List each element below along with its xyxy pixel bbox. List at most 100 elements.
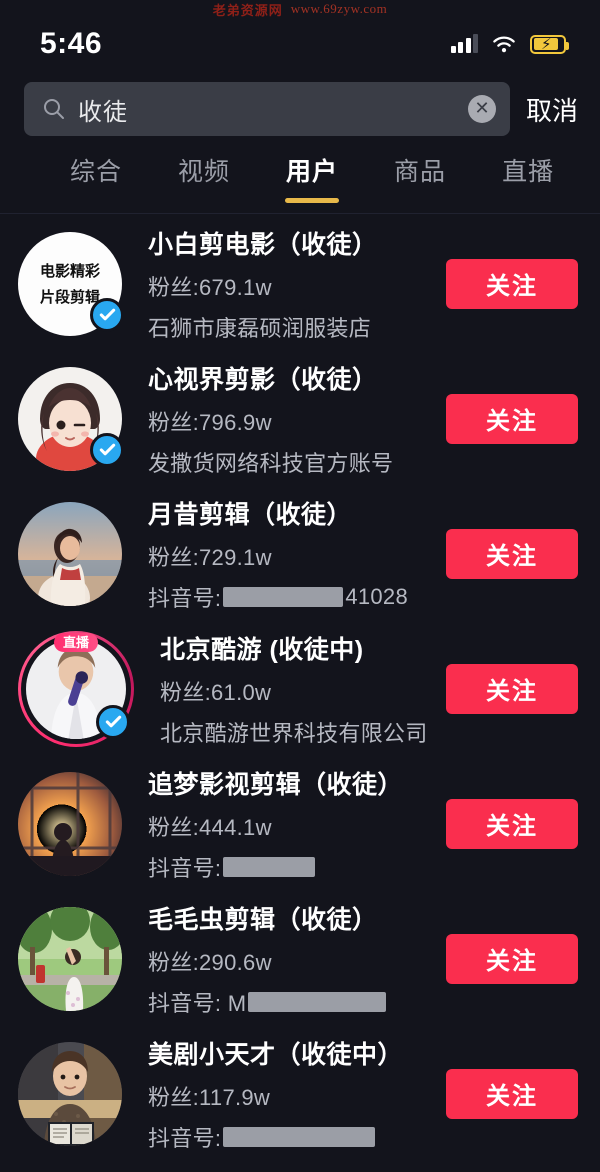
live-badge: 直播 (53, 632, 99, 652)
user-info: 月昔剪辑（收徒） 粉丝:729.1w 抖音号: 41028 (122, 495, 446, 613)
user-description: 石狮市康磊硕润服装店 (148, 315, 372, 341)
tab-2[interactable]: 视频 (150, 148, 258, 210)
avatar[interactable]: 直播 (18, 630, 134, 747)
user-result-list[interactable]: 电影精彩 片段剪辑 小白剪电影（收徒） 粉丝:679.1w 石狮市康磊硕润服装店 关注 心视… (0, 216, 600, 1172)
avatar-image (18, 906, 122, 1011)
tab-label: 商品 (394, 158, 447, 186)
site-watermark: 老弟资源网 www.69zyw.com (0, 0, 600, 19)
user-description-prefix: 抖音号: (148, 585, 222, 611)
user-result-row[interactable]: 追梦影视剪辑（收徒） 粉丝:444.1w 抖音号: 关注 (0, 756, 600, 891)
signal-bars-icon (450, 34, 478, 53)
verified-badge-icon (90, 297, 124, 332)
avatar-image (18, 1041, 122, 1146)
avatar[interactable] (18, 906, 122, 1011)
follow-button[interactable]: 关注 (446, 258, 578, 309)
avatar[interactable]: 电影精彩 片段剪辑 (18, 231, 124, 336)
user-info: 北京酷游 (收徒中) 粉丝:61.0w 北京酷游世界科技有限公司 (134, 630, 446, 748)
user-result-row[interactable]: 心视界剪影（收徒） 粉丝:796.9w 发撒货网络科技官方账号 关注 (0, 351, 600, 486)
svg-text:片段剪辑: 片段剪辑 (40, 288, 100, 306)
search-category-tabs: 综合 视频 用户 商品 直播音 (0, 148, 600, 210)
user-result-row[interactable]: 直播 北京酷游 (收徒中) 粉丝:61.0w 北京酷游世界科技有限公司 关注 (0, 621, 600, 756)
user-description: 抖音号: (148, 851, 446, 883)
user-name: 北京酷游 (收徒中) (160, 635, 364, 664)
tab-label: 用户 (286, 158, 339, 186)
user-name: 小白剪电影（收徒） (148, 230, 378, 259)
svg-text:电影精彩: 电影精彩 (40, 262, 100, 280)
search-query-text: 收徒 (78, 98, 128, 126)
follow-button-label: 关注 (486, 678, 538, 705)
user-info: 追梦影视剪辑（收徒） 粉丝:444.1w 抖音号: (122, 765, 446, 883)
avatar[interactable] (18, 501, 122, 606)
cancel-button[interactable]: 取消 (520, 91, 586, 128)
avatar-image (18, 771, 122, 876)
user-name: 心视界剪影（收徒） (148, 365, 378, 394)
redacted-block (223, 586, 344, 607)
user-description: 抖音号: 41028 (148, 581, 446, 613)
follow-button-label: 关注 (486, 543, 538, 570)
follow-button-label: 关注 (486, 813, 538, 840)
tab-6[interactable]: 音 (582, 148, 600, 210)
avatar[interactable] (18, 771, 122, 876)
verified-badge-icon (90, 432, 124, 467)
user-name: 追梦影视剪辑（收徒） (148, 770, 404, 799)
user-description-prefix: 抖音号: M (148, 990, 247, 1016)
redacted-block (223, 856, 316, 877)
user-info: 美剧小天才（收徒中） 粉丝:117.9w 抖音号: (122, 1035, 446, 1153)
follow-button[interactable]: 关注 (446, 798, 578, 849)
follow-button[interactable]: 关注 (446, 1068, 578, 1119)
tab-active-underline (285, 198, 340, 203)
clear-icon[interactable]: ✕ (467, 95, 496, 123)
follow-button[interactable]: 关注 (446, 528, 578, 579)
tab-1[interactable]: 综合 (42, 148, 150, 210)
user-description-suffix: 41028 (345, 583, 408, 609)
user-fan-count: 粉丝:290.6w (148, 949, 272, 975)
status-bar-indicators: ⚡ (450, 34, 569, 54)
follow-button-label: 关注 (486, 408, 538, 435)
user-result-row[interactable]: 月昔剪辑（收徒） 粉丝:729.1w 抖音号: 41028 关注 (0, 486, 600, 621)
user-fan-count: 粉丝:117.9w (148, 1084, 271, 1110)
user-fan-count: 粉丝:729.1w (148, 544, 272, 570)
user-result-row[interactable]: 美剧小天才（收徒中） 粉丝:117.9w 抖音号: 关注 (0, 1026, 600, 1161)
user-description: 发撒货网络科技官方账号 (148, 450, 394, 476)
watermark-url-text: www.69zyw.com (290, 1, 388, 16)
tab-label: 综合 (70, 158, 123, 186)
redacted-block (248, 991, 387, 1012)
tab-4[interactable]: 商品 (366, 148, 474, 210)
user-description-prefix: 抖音号: (148, 1125, 222, 1151)
tab-3[interactable]: 用户 (258, 148, 366, 210)
user-fan-count: 粉丝:796.9w (148, 409, 272, 435)
status-bar-clock: 5:46 (40, 27, 103, 60)
user-result-row[interactable]: 电影精彩 片段剪辑 小白剪电影（收徒） 粉丝:679.1w 石狮市康磊硕润服装店 关注 (0, 216, 600, 351)
tab-label: 直播 (502, 158, 555, 186)
search-input[interactable]: 收徒 ✕ (24, 82, 510, 136)
user-description: 抖音号: (148, 1121, 446, 1153)
user-fan-count: 粉丝:444.1w (148, 814, 272, 840)
user-name: 月昔剪辑（收徒） (148, 500, 353, 529)
follow-button[interactable]: 关注 (446, 663, 578, 714)
redacted-block (223, 1126, 376, 1147)
follow-button-label: 关注 (486, 1083, 538, 1110)
user-info: 心视界剪影（收徒） 粉丝:796.9w 发撒货网络科技官方账号 (122, 360, 446, 478)
user-result-row[interactable]: 毛毛虫剪辑（收徒） 粉丝:290.6w 抖音号: M 关注 (0, 891, 600, 1026)
search-results-screen: 老弟资源网 www.69zyw.com 5:46 ⚡ 收徒 ✕ 取消 综合 视频… (0, 0, 600, 1172)
search-icon (44, 99, 64, 119)
user-description-prefix: 抖音号: (148, 855, 222, 881)
status-bar: 5:46 ⚡ (0, 18, 600, 70)
user-name: 毛毛虫剪辑（收徒） (148, 905, 378, 934)
user-description: 抖音号: M (148, 986, 446, 1018)
user-fan-count: 粉丝:61.0w (160, 679, 272, 705)
watermark-cn-text: 老弟资源网 (212, 3, 283, 19)
tabs-divider (0, 213, 600, 214)
avatar[interactable] (18, 1041, 122, 1146)
follow-button[interactable]: 关注 (446, 393, 578, 444)
user-fan-count: 粉丝:679.1w (148, 274, 272, 300)
user-description: 北京酷游世界科技有限公司 (160, 720, 428, 746)
battery-charging-icon: ⚡ (530, 34, 569, 54)
user-info: 毛毛虫剪辑（收徒） 粉丝:290.6w 抖音号: M (122, 900, 446, 1018)
follow-button[interactable]: 关注 (446, 933, 578, 984)
tab-5[interactable]: 直播 (474, 148, 582, 210)
avatar[interactable] (18, 366, 124, 471)
wifi-icon (493, 36, 515, 52)
search-bar: 收徒 ✕ 取消 (0, 78, 600, 140)
user-info: 小白剪电影（收徒） 粉丝:679.1w 石狮市康磊硕润服装店 (122, 225, 446, 343)
